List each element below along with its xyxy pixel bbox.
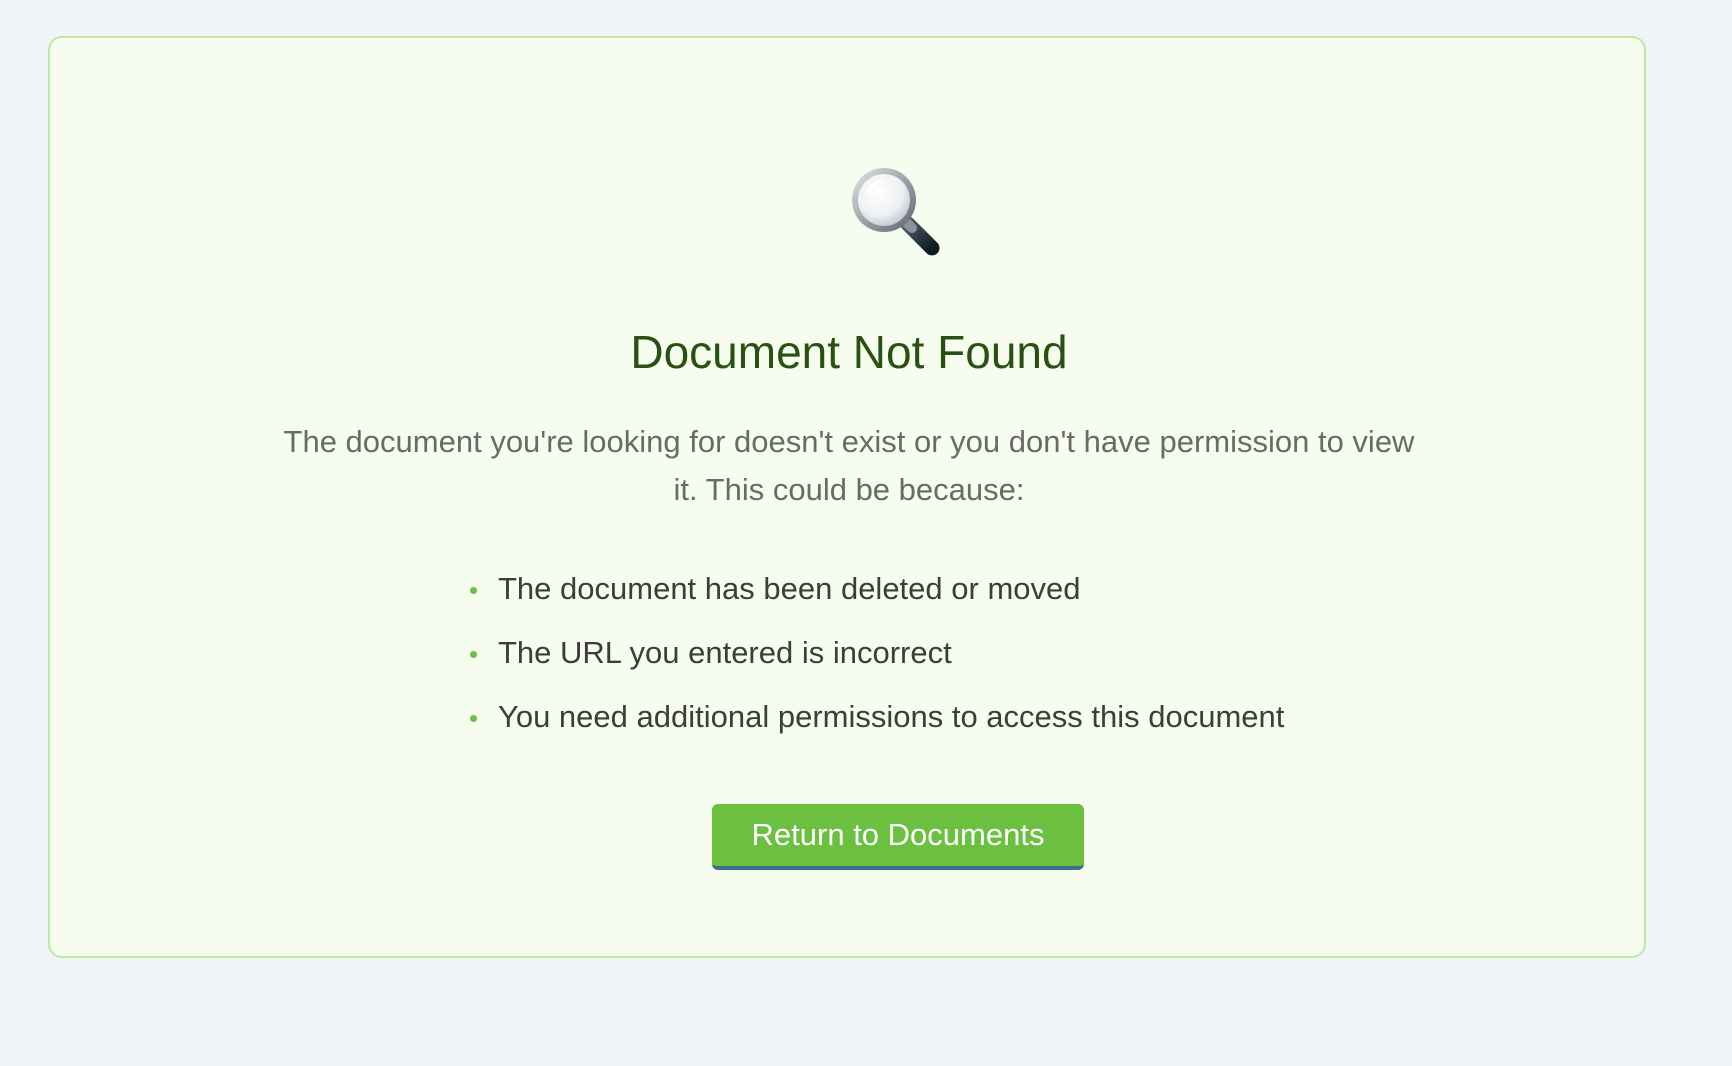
list-item: You need additional permissions to acces… [420, 692, 1420, 756]
bullet-icon [470, 651, 477, 658]
bullet-icon [470, 715, 477, 722]
return-to-documents-button[interactable]: Return to Documents [712, 804, 1084, 870]
list-item: The URL you entered is incorrect [420, 628, 1420, 692]
error-description: The document you're looking for doesn't … [283, 424, 1415, 507]
page-title: Document Not Found [630, 326, 1068, 378]
reason-text: The document has been deleted or moved [498, 571, 1081, 606]
reason-text: The URL you entered is incorrect [498, 635, 952, 670]
reason-list: The document has been deleted or moved T… [420, 564, 1420, 756]
list-item: The document has been deleted or moved [420, 564, 1420, 628]
reason-text: You need additional permissions to acces… [498, 699, 1285, 734]
bullet-icon [470, 587, 477, 594]
magnifying-glass-icon [852, 168, 940, 256]
not-found-card: Document Not Found The document you're l… [48, 36, 1646, 958]
